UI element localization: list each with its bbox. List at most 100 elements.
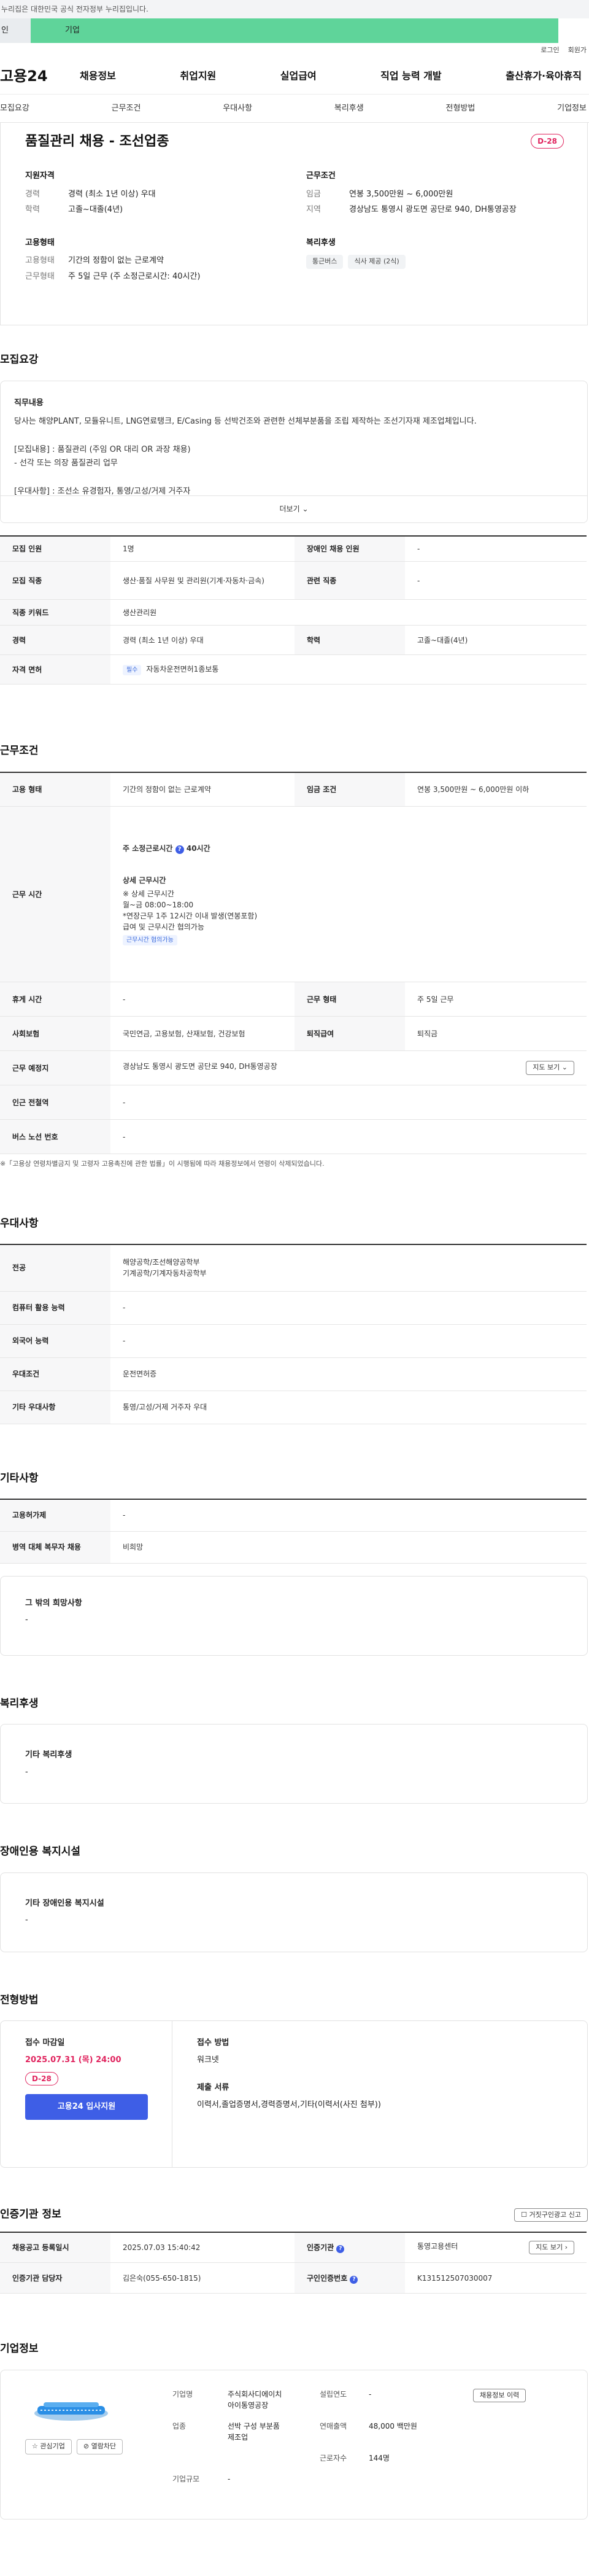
label-cell: 구인인증번호 ? xyxy=(294,2262,405,2294)
false-ad-report-button[interactable]: ☐ 거짓구인광고 신고 xyxy=(514,2208,588,2222)
org-cell: 통영고용센터 지도 보기 › xyxy=(405,2232,587,2263)
place-cell: 경상남도 통영시 광도면 공단로 940, DH통영공장 지도 보기 ⌄ xyxy=(110,1050,587,1085)
favorite-company-button[interactable]: ☆ 관심기업 xyxy=(25,2439,72,2454)
gov-banner: 누리집은 대한민국 공식 전자정부 누리집입니다. xyxy=(0,0,589,18)
value: 선박 구성 부분품 제조업 xyxy=(228,2421,280,2442)
value: 주 5일 근무 xyxy=(405,982,587,1017)
value: 국민연금, 고용보험, 산재보험, 건강보험 xyxy=(110,1016,294,1051)
company-info: 기업명 주식회사디에이치 아이통영공장 설립연도 - 채용정보 이력 업종 선박… xyxy=(172,2388,563,2500)
tab-individual[interactable]: 인 xyxy=(0,18,31,43)
site-logo[interactable]: 고용24 xyxy=(0,65,80,87)
section-nav-preference[interactable]: 우대사항 xyxy=(223,103,252,115)
label: 우대조건 xyxy=(0,1357,110,1391)
section-nav-welfare[interactable]: 복리후생 xyxy=(334,103,364,115)
welfare-box-value: - xyxy=(25,1767,28,1777)
hours-detail-line: ※ 상세 근무시간 xyxy=(123,890,174,898)
job-history-button[interactable]: 채용정보 이력 xyxy=(473,2388,526,2402)
welfare-chip: 식사 제공 (2식) xyxy=(348,255,406,269)
label: 관련 직종 xyxy=(294,561,405,600)
method-heading: 접수 방법 xyxy=(197,2038,229,2047)
login-link[interactable]: 로그인 xyxy=(541,45,559,56)
map-view-button[interactable]: 지도 보기 ⌄ xyxy=(526,1061,574,1075)
label: 설립연도 xyxy=(320,2389,347,2399)
dday-badge: D-28 xyxy=(531,134,564,149)
summary-conditions: 근무조건 임금 연봉 3,500만원 ~ 6,000만원 지역 경상남도 통영시 광… xyxy=(306,170,563,220)
label: 연매출액 xyxy=(320,2421,347,2431)
star-icon: ☆ xyxy=(32,2442,38,2450)
signup-link[interactable]: 회원가 xyxy=(568,45,587,56)
section-nav-company[interactable]: 기업정보 xyxy=(557,103,587,115)
value: 기간의 정함이 없는 근로계약 xyxy=(110,772,294,807)
value: 경력 (최소 1년 이상) 우대 xyxy=(110,625,294,655)
value: 생산관리원 xyxy=(110,599,587,626)
label: 지역 xyxy=(306,205,321,214)
section-heading-preference: 우대사항 xyxy=(0,1217,39,1230)
section-nav: 모집요강 근무조건 우대사항 복리후생 전형방법 기업정보 xyxy=(0,95,589,123)
gnb-item-unemployment-benefit[interactable]: 실업급여 xyxy=(280,69,317,83)
tab-company[interactable]: 기업 xyxy=(31,18,558,43)
value: - xyxy=(369,2389,372,2399)
recruit-table: 모집 인원 1명 장애인 채용 인원 - 모집 직종 생산·품질 사무원 및 관… xyxy=(0,535,587,685)
value: - xyxy=(405,561,587,600)
favorite-label: 관심기업 xyxy=(40,2442,65,2450)
label: 장애인 채용 인원 xyxy=(294,535,405,562)
table-row: 채용공고 등록일시 2025.07.03 15:40:42 인증기관 ? 통영고… xyxy=(0,2232,587,2263)
disabled-facilities-heading: 기타 장애인용 복지시설 xyxy=(25,1898,104,1908)
label: 외국어 능력 xyxy=(0,1324,110,1358)
value: 고졸~대졸(4년) xyxy=(68,205,123,214)
info-icon[interactable]: ? xyxy=(336,2244,345,2253)
summary-welfare-heading: 복리후생 xyxy=(306,238,336,247)
value: 퇴직금 xyxy=(405,1016,587,1051)
value: - xyxy=(110,1119,587,1154)
value: 경상남도 통영시 광도면 공단로 940, DH통영공장 xyxy=(123,1062,277,1071)
gnb-item-parental-leave[interactable]: 출산휴가·육아휴직 xyxy=(506,69,582,83)
label: 직종 키워드 xyxy=(0,599,110,626)
info-icon[interactable]: ? xyxy=(350,2275,358,2284)
section-heading-apply: 전형방법 xyxy=(0,1993,39,2006)
section-nav-conditions[interactable]: 근무조건 xyxy=(112,103,141,115)
summary-conditions-heading: 근무조건 xyxy=(306,171,336,180)
value: 연봉 3,500만원 ~ 6,000만원 xyxy=(349,189,453,199)
dday-badge: D-28 xyxy=(25,2072,58,2085)
org-map-label: 지도 보기 xyxy=(536,2243,563,2251)
table-row: 근무 시간 주 소정근로시간 ? 40시간 상세 근무시간 ※ 상세 근무시간 … xyxy=(0,806,587,982)
table-row: 직종 키워드 생산관리원 xyxy=(0,599,587,626)
table-row: 사회보험 국민연금, 고용보험, 산재보험, 건강보험 퇴직급여 퇴직금 xyxy=(0,1016,587,1051)
org-map-button[interactable]: 지도 보기 › xyxy=(529,2240,574,2254)
label: 채용공고 등록일시 xyxy=(0,2232,110,2263)
value: 통영고용센터 xyxy=(417,2241,458,2251)
gnb-item-jobs[interactable]: 채용정보 xyxy=(80,69,116,83)
summary-welfare: 복리후생 통근버스 식사 제공 (2식) xyxy=(306,237,563,287)
hours-detail-line: 급여 및 근무시간 협의가능 xyxy=(123,923,204,931)
label: 자격 면허 xyxy=(0,654,110,685)
info-icon[interactable]: ? xyxy=(175,845,184,854)
section-heading-etc: 기타사항 xyxy=(0,1472,39,1484)
summary-employment-heading: 고용형태 xyxy=(25,238,55,247)
job-summary-card: 품질관리 채용 - 조선업종 D-28 지원자격 경력 경력 (최소 1년 이상)… xyxy=(0,123,588,325)
cert-table: 채용공고 등록일시 2025.07.03 15:40:42 인증기관 ? 통영고… xyxy=(0,2231,587,2294)
value: 연봉 3,500만원 ~ 6,000만원 이하 xyxy=(405,772,587,807)
gnb-item-employment-support[interactable]: 취업지원 xyxy=(180,69,216,83)
section-heading-conditions: 근무조건 xyxy=(0,745,39,757)
value: 경상남도 통영시 광도면 공단로 940, DH통영공장 xyxy=(349,205,517,214)
apply-button[interactable]: 고용24 입사지원 xyxy=(25,2094,148,2120)
chevron-down-icon: ⌄ xyxy=(561,1063,568,1072)
label: 퇴직급여 xyxy=(294,1016,405,1051)
value: 1명 xyxy=(110,535,294,562)
table-row: 전공 해양공학/조선해양공학부 기계공학/기계자동차공학부 xyxy=(0,1244,587,1292)
value: 자동차운전면허1종보통 xyxy=(146,665,219,673)
value: 주식회사디에이치 아이통영공장 xyxy=(228,2389,282,2410)
label: 근로자수 xyxy=(320,2453,347,2462)
table-row: 외국어 능력 - xyxy=(0,1324,587,1358)
value: 김은숙(055-650-1815) xyxy=(110,2262,294,2294)
block-view-button[interactable]: ⊘ 열람차단 xyxy=(76,2439,123,2454)
section-nav-recruit[interactable]: 모집요강 xyxy=(0,103,29,115)
table-row: 컴퓨터 활용 능력 - xyxy=(0,1291,587,1325)
table-row: 휴게 시간 - 근무 형태 주 5일 근무 xyxy=(0,982,587,1017)
more-button[interactable]: 더보기 ⌄ xyxy=(1,495,587,522)
deadline-heading: 접수 마감일 xyxy=(25,2038,65,2047)
value: 운전면허증 xyxy=(110,1357,587,1391)
gnb-item-vocational-training[interactable]: 직업 능력 개발 xyxy=(380,69,441,83)
value: - xyxy=(110,1085,587,1120)
section-nav-apply[interactable]: 전형방법 xyxy=(446,103,475,115)
